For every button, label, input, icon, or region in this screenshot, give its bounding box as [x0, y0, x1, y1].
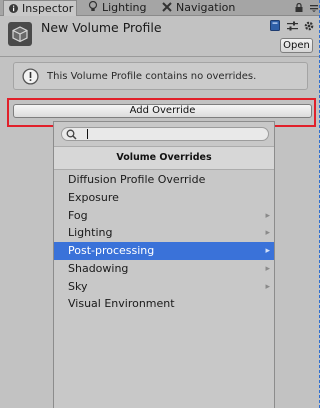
- menu-item-label: Post-processing: [68, 244, 155, 257]
- menu-item-lighting[interactable]: Lighting ▸: [54, 224, 274, 242]
- open-button[interactable]: Open: [280, 38, 313, 53]
- chevron-right-icon: ▸: [265, 264, 270, 274]
- settings-sliders-icon[interactable]: [286, 21, 298, 34]
- tab-label: Inspector: [22, 2, 74, 15]
- gear-icon[interactable]: [304, 21, 314, 34]
- help-message: This Volume Profile contains no override…: [47, 71, 257, 82]
- menu-item-label: Visual Environment: [68, 297, 175, 310]
- info-icon: [9, 2, 18, 17]
- header-divider: [0, 56, 320, 57]
- chevron-right-icon: ▸: [265, 228, 270, 238]
- menu-item-post-processing[interactable]: Post-processing ▸: [54, 242, 274, 260]
- tab-inspector[interactable]: Inspector: [3, 0, 77, 16]
- chevron-right-icon: ▸: [265, 282, 270, 292]
- bulb-icon: [88, 0, 98, 16]
- tab-lighting[interactable]: Lighting: [88, 0, 146, 15]
- tab-bar: Inspector Lighting Navigation: [0, 0, 320, 16]
- menu-item-label: Fog: [68, 209, 88, 222]
- tab-navigation[interactable]: Navigation: [162, 0, 235, 15]
- menu-item-label: Lighting: [68, 226, 113, 239]
- volume-overrides-dropdown: Volume Overrides Diffusion Profile Overr…: [53, 121, 275, 408]
- lock-icon[interactable]: [295, 1, 303, 16]
- navigation-icon: [162, 1, 172, 16]
- chevron-right-icon: ▸: [265, 211, 270, 221]
- text-caret: [87, 129, 88, 139]
- menu-item-diffusion-profile-override[interactable]: Diffusion Profile Override: [54, 171, 274, 189]
- menu-item-shadowing[interactable]: Shadowing ▸: [54, 260, 274, 278]
- menu-item-label: Diffusion Profile Override: [68, 173, 206, 186]
- search-input[interactable]: [61, 127, 269, 141]
- menu-item-sky[interactable]: Sky ▸: [54, 278, 274, 296]
- page-title: New Volume Profile: [41, 20, 162, 35]
- tab-label: Lighting: [102, 1, 147, 14]
- help-box: This Volume Profile contains no override…: [13, 62, 308, 90]
- volume-profile-icon: [8, 22, 32, 46]
- chevron-right-icon: ▸: [265, 246, 270, 256]
- tab-label: Navigation: [176, 1, 236, 14]
- menu-item-exposure[interactable]: Exposure: [54, 189, 274, 207]
- menu-item-label: Exposure: [68, 191, 119, 204]
- menu-icon[interactable]: [310, 1, 318, 16]
- add-override-button[interactable]: Add Override: [13, 104, 312, 118]
- help-book-icon[interactable]: [270, 20, 280, 34]
- menu-item-fog[interactable]: Fog ▸: [54, 207, 274, 225]
- search-icon: [66, 129, 77, 143]
- menu-item-visual-environment[interactable]: Visual Environment: [54, 295, 274, 313]
- warning-icon: [22, 68, 39, 88]
- menu-item-label: Shadowing: [68, 262, 129, 275]
- menu-item-label: Sky: [68, 280, 88, 293]
- dropdown-header: Volume Overrides: [54, 146, 274, 170]
